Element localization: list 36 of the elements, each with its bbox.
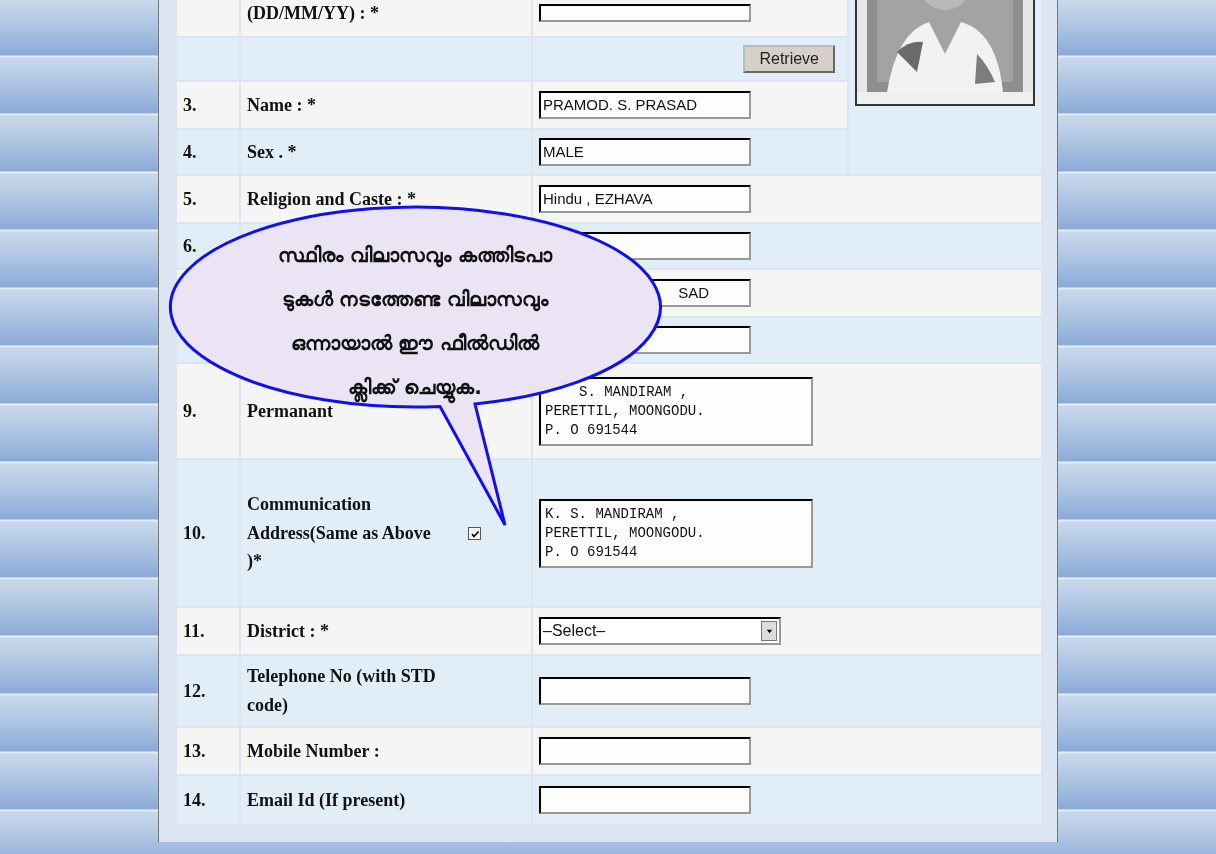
row-number: 3. [177, 82, 239, 128]
input-field[interactable]: PRAMOD. S. PRASAD [539, 91, 751, 119]
row-number: 14. [177, 776, 239, 824]
row-number: 13. [177, 728, 239, 774]
input-field[interactable]: Hindu , EZHAVA [539, 185, 751, 213]
field-label: District : * [247, 619, 329, 643]
field-label: Email Id (If present) [247, 788, 406, 812]
field-label: Sex . * [247, 140, 297, 164]
field-label: )* [247, 550, 262, 574]
field-label: Mobile Number : [247, 739, 380, 763]
tooltip-text-line: ഒന്നായാൽ ഈ ഫീൽഡിൽ [290, 330, 540, 357]
row-number: 10. [177, 460, 239, 606]
field-label: Communication Address(Same as Above [247, 492, 432, 545]
row-number: 4. [177, 130, 239, 174]
row-number: 9. [177, 364, 239, 458]
field-label: Permanant [247, 399, 333, 423]
input-field[interactable] [539, 4, 751, 22]
row-number: 12. [177, 656, 239, 726]
address-textarea[interactable]: K. S. MANDIRAM , PERETTIL, MOONGODU. P. O 691544 [539, 498, 813, 568]
field-label: Name : * [247, 93, 316, 117]
field-label: Religion and Caste : * [247, 187, 416, 211]
district-dropdown[interactable]: –Select– [539, 617, 781, 645]
input-field[interactable] [539, 677, 751, 705]
retrieve-button[interactable]: Retrieve [743, 45, 835, 73]
row-number: 11. [177, 608, 239, 654]
tooltip-text-line: ടുകൾ നടത്തേണ്ട വിലാസവും [281, 286, 549, 314]
input-field[interactable] [539, 786, 751, 814]
address-textarea[interactable]: S. MANDIRAM , PERETTIL, MOONGODU. P. O 691544 [539, 376, 813, 446]
tooltip-text-line: സ്ഥിരം വിലാസവും കത്തിടപാ [278, 242, 552, 270]
field-label: (DD/MM/YY) : * [247, 1, 379, 25]
field-label: Telephone No (with STD code) [247, 665, 437, 717]
input-field[interactable] [539, 737, 751, 765]
same-address-checkbox[interactable] [468, 527, 481, 541]
tooltip-text-line: ക്ലിക്ക് ചെയ്യുക. [348, 365, 482, 409]
input-field[interactable]: MALE [539, 138, 751, 166]
row-number: 5. [177, 176, 239, 222]
